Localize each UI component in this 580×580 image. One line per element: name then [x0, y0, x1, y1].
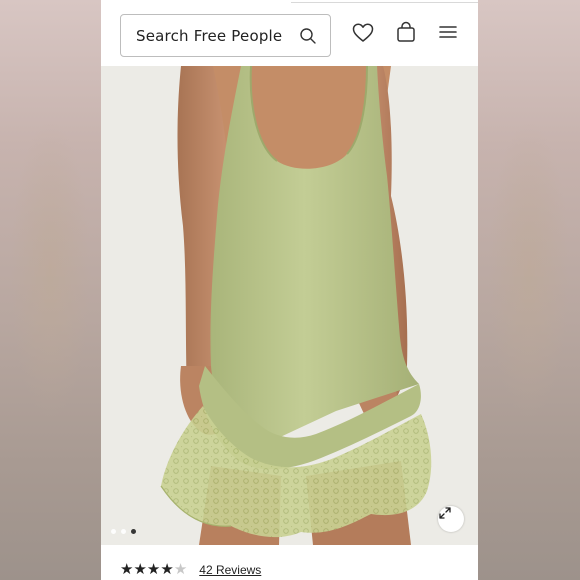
carousel-dot[interactable] [121, 529, 126, 534]
search-icon[interactable] [299, 27, 317, 45]
site-header: Search Free People [101, 0, 478, 66]
star-filled-icon: ★ [146, 560, 161, 578]
product-photo [101, 66, 478, 545]
carousel-dots [111, 529, 136, 534]
star-rating: ★ ★ ★ ★ ★ [120, 562, 187, 577]
star-filled-icon: ★ [133, 560, 147, 578]
heart-icon[interactable] [352, 22, 374, 44]
carousel-dot-active[interactable] [131, 529, 136, 534]
star-filled-icon: ★ [120, 560, 134, 578]
carousel-dot[interactable] [111, 529, 116, 534]
rating-row: ★ ★ ★ ★ ★ 42 Reviews [120, 562, 261, 577]
expand-icon [439, 507, 451, 519]
expand-button[interactable] [438, 506, 464, 532]
mobile-page: Search Free People ★ ★ ★ ★ ★ 42 Reviews [101, 0, 478, 580]
bag-icon[interactable] [395, 21, 417, 43]
search-placeholder: Search Free People [136, 26, 283, 45]
star-empty-icon: ★ [173, 560, 188, 578]
reviews-link[interactable]: 42 Reviews [199, 563, 261, 577]
product-image[interactable] [101, 66, 478, 545]
menu-icon[interactable] [439, 24, 457, 40]
blurred-backdrop-right [478, 0, 580, 580]
star-filled-icon: ★ [160, 560, 174, 578]
blurred-backdrop-left [0, 0, 101, 580]
search-input[interactable]: Search Free People [120, 14, 331, 57]
